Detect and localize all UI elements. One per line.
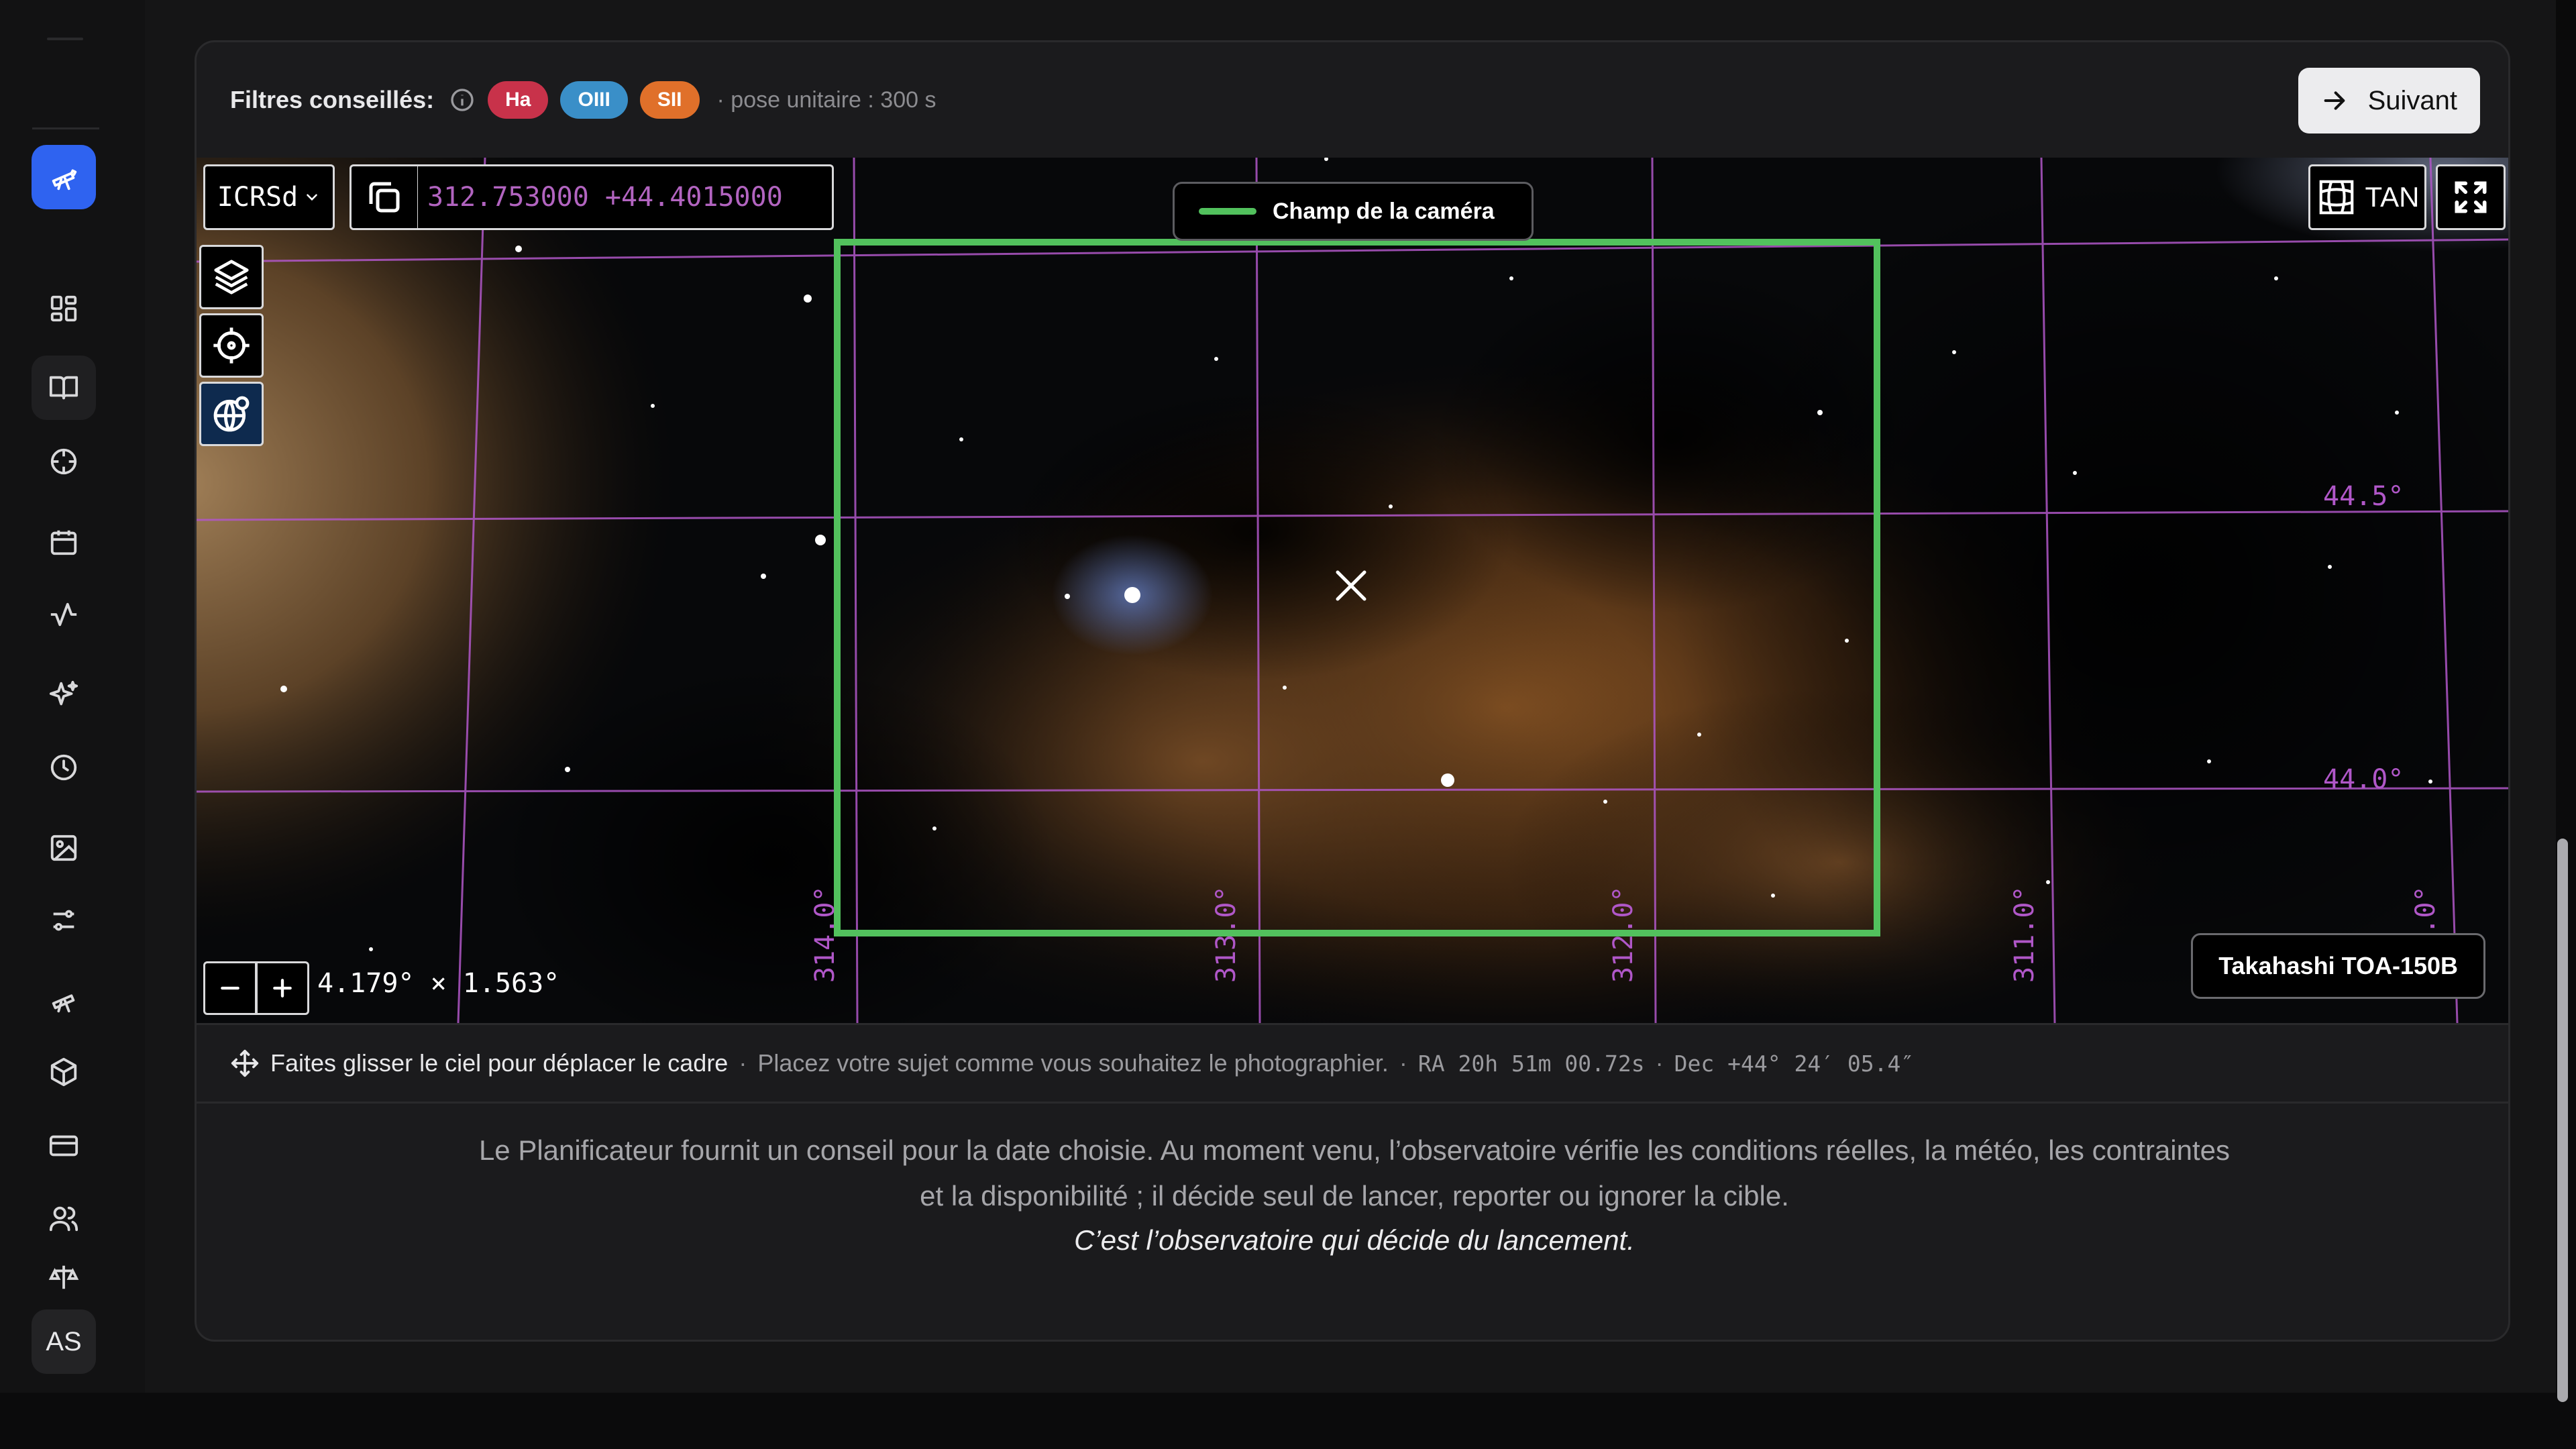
target-icon xyxy=(50,448,77,475)
sidebar-item-billing[interactable] xyxy=(32,1114,96,1178)
sidebar-item-sparkles[interactable] xyxy=(32,663,96,727)
drag-hint: Faites glisser le ciel pour déplacer le … xyxy=(270,1049,729,1077)
dashboard-icon xyxy=(50,295,77,322)
next-button[interactable]: Suivant xyxy=(2298,68,2480,133)
telescope-badge: Takahashi TOA-150B xyxy=(2191,933,2485,999)
app-frame: AS Filtres conseillés: Ha OIII SII · pos… xyxy=(0,0,2568,1402)
sidebar-top-handle xyxy=(47,38,83,40)
filter-badge-ha: Ha xyxy=(488,81,549,119)
plus-icon xyxy=(273,979,292,998)
dec-label-44-0: 44.0° xyxy=(2323,764,2404,795)
grid-projection-icon xyxy=(2319,180,2353,215)
sidebar-item-users[interactable] xyxy=(32,1186,96,1250)
projection-label: TAN xyxy=(2365,181,2420,213)
frame-select-value: ICRSd xyxy=(217,182,299,213)
sidebar-item-activity[interactable] xyxy=(32,582,96,647)
ra-label-314: 314.0° xyxy=(810,886,841,983)
activity-icon xyxy=(50,602,77,627)
layers-icon xyxy=(214,260,249,294)
copy-coordinates-button[interactable] xyxy=(350,164,419,230)
copy-icon xyxy=(369,182,400,213)
globe-location-icon xyxy=(213,396,250,432)
filter-badge-sii: SII xyxy=(639,81,700,119)
sidebar-item-telescope[interactable] xyxy=(32,967,96,1032)
sidebar-item-target[interactable] xyxy=(32,429,96,494)
sidebar-item-images[interactable] xyxy=(32,816,96,880)
card-icon xyxy=(49,1135,78,1157)
sidebar-item-legal[interactable] xyxy=(32,1256,96,1299)
coordinates-input[interactable]: 312.753000 +44.4015000 xyxy=(418,164,834,230)
separator: · xyxy=(1399,1049,1407,1077)
globe-button[interactable] xyxy=(199,382,264,446)
arrow-right-icon xyxy=(2324,91,2345,110)
package-icon xyxy=(50,1057,77,1087)
info-icon[interactable] xyxy=(449,87,476,113)
avatar[interactable]: AS xyxy=(32,1309,96,1374)
sidebar-item-history[interactable] xyxy=(32,735,96,800)
filters-header: Filtres conseillés: Ha OIII SII · pose u… xyxy=(197,42,2508,158)
projection-button[interactable]: TAN xyxy=(2308,164,2426,230)
history-icon xyxy=(50,754,77,781)
ra-readout: RA 20h 51m 00.72s xyxy=(1417,1050,1645,1077)
frame-select[interactable]: ICRSd xyxy=(203,164,335,230)
planner-disclaimer: Le Planificateur fournit un conseil pour… xyxy=(478,1134,2231,1212)
sidebar-item-calendar[interactable] xyxy=(32,510,96,574)
legend-swatch xyxy=(1199,208,1256,215)
filters-label: Filtres conseillés: xyxy=(230,86,435,113)
separator: · xyxy=(1655,1049,1664,1077)
exposure-text: · pose unitaire : 300 s xyxy=(716,87,936,113)
sidebar-item-settings[interactable] xyxy=(32,888,96,953)
book-icon xyxy=(49,376,78,400)
crosshair-button[interactable] xyxy=(199,313,264,378)
ra-label-311: 311.0° xyxy=(2009,886,2040,983)
zoom-out-button[interactable] xyxy=(203,961,257,1015)
filter-badge-oiii: OIII xyxy=(560,81,628,119)
sidebar-item-equipment[interactable] xyxy=(32,1040,96,1104)
placement-hint: Placez votre sujet comme vous souhaitez … xyxy=(757,1049,1389,1077)
telescope-icon xyxy=(52,169,77,191)
legend-label: Champ de la caméra xyxy=(1273,198,1495,224)
calendar-icon xyxy=(50,530,77,555)
sliders-icon xyxy=(53,910,74,931)
planner-card: Filtres conseillés: Ha OIII SII · pose u… xyxy=(195,40,2510,1342)
ra-label-313: 313.0° xyxy=(1211,886,1242,983)
scale-icon xyxy=(48,1265,79,1289)
camera-field-legend: Champ de la caméra xyxy=(1173,182,1534,241)
users-icon xyxy=(49,1206,78,1232)
planner-disclaimer-emphasis: C’est l’observatoire qui décide du lance… xyxy=(1074,1224,1635,1256)
next-button-label: Suivant xyxy=(2367,85,2457,115)
fullscreen-icon xyxy=(2455,181,2487,213)
sidebar-item-catalog[interactable] xyxy=(32,356,96,420)
layers-button[interactable] xyxy=(199,245,264,309)
page-scrollbar[interactable] xyxy=(2557,839,2568,1402)
zoom-in-button[interactable] xyxy=(256,961,309,1015)
image-icon xyxy=(50,835,77,861)
fullscreen-button[interactable] xyxy=(2436,164,2506,230)
dec-label-44-5: 44.5° xyxy=(2323,481,2404,512)
ra-label-312: 312.0° xyxy=(1608,886,1639,983)
sparkles-icon xyxy=(49,680,78,706)
hint-bar: Faites glisser le ciel pour déplacer le … xyxy=(197,1023,2508,1104)
move-icon xyxy=(231,1049,259,1077)
dec-readout: Dec +44° 24′ 05.4″ xyxy=(1674,1050,1915,1077)
sky-image[interactable]: 44.5° 44.0° 314.0° 313.0° 312.0° 311.0° … xyxy=(197,158,2510,1023)
sidebar-divider xyxy=(32,127,99,129)
minus-icon xyxy=(221,986,239,990)
telescope-icon xyxy=(52,994,75,1013)
sidebar: AS xyxy=(0,0,146,1393)
crosshair-icon xyxy=(213,327,250,364)
sidebar-item-telescope-active[interactable] xyxy=(32,145,96,209)
app-root: AS Filtres conseillés: Ha OIII SII · pos… xyxy=(0,0,2576,1449)
sidebar-item-dashboard[interactable] xyxy=(32,276,96,341)
sky-viewer[interactable]: 44.5° 44.0° 314.0° 313.0° 312.0° 311.0° … xyxy=(197,158,2510,1023)
chevron-down-icon xyxy=(307,194,318,201)
field-of-view: 4.179° × 1.563° xyxy=(317,968,560,999)
separator: · xyxy=(739,1049,747,1077)
